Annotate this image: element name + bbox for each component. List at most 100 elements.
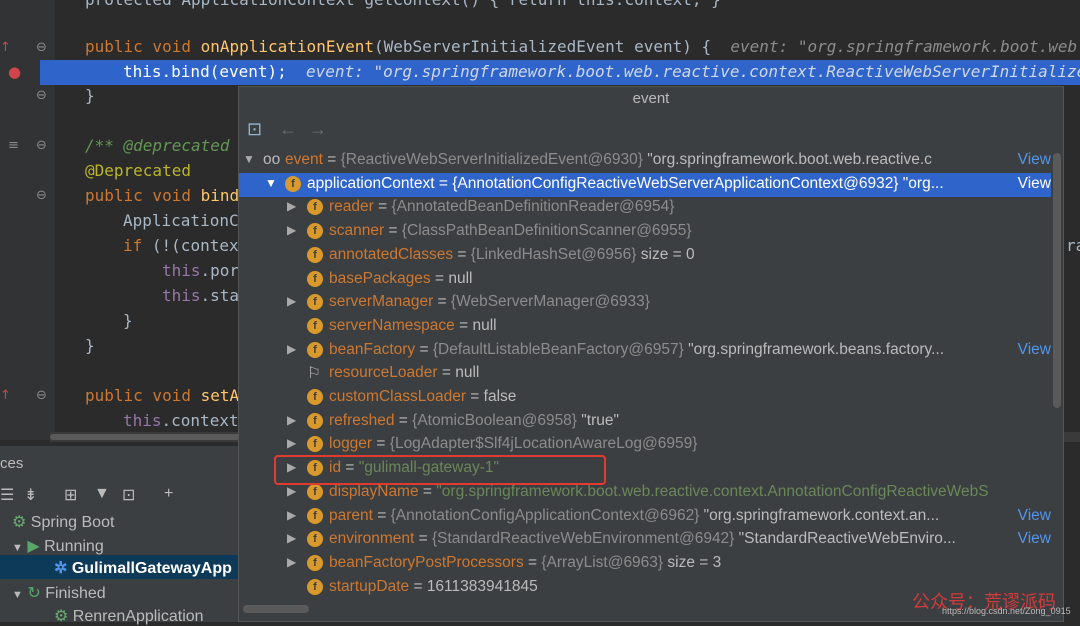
variable-row-resourceloader[interactable]: ⚐ resourceLoader = null	[239, 362, 1051, 386]
variable-name: displayName	[329, 482, 419, 500]
variable-row-parent[interactable]: ▶ f parent = {AnnotationConfigApplicationC…	[239, 505, 1051, 529]
equals-sign: =	[434, 174, 453, 192]
expand-arrow-right-icon[interactable]: ▶	[287, 531, 296, 545]
expand-arrow-right-icon[interactable]: ▶	[287, 199, 296, 213]
expand-arrow-right-icon[interactable]: ▶	[287, 555, 296, 569]
service-group-running[interactable]: ▼ ▶ Running	[12, 536, 104, 556]
service-item-renren[interactable]: ⚙ RenrenApplication	[54, 606, 204, 626]
variable-name: serverNamespace	[329, 316, 455, 334]
variable-type: {AnnotationConfigReactiveWebServerApplic…	[452, 174, 903, 192]
view-link[interactable]: View	[1018, 507, 1051, 525]
forward-arrow-icon[interactable]: →	[309, 119, 327, 140]
run-icon: ▶	[27, 538, 40, 555]
equals-sign: =	[437, 364, 456, 382]
variable-type: {LogAdapter$Slf4jLocationAwareLog@6959}	[389, 435, 698, 453]
variable-value: "org.springframework.boot.web.reactive.c…	[436, 482, 989, 500]
variable-type: {DefaultListableBeanFactory@6957}	[432, 340, 689, 358]
watch-glasses-icon: oo	[263, 151, 281, 168]
field-icon: f	[285, 175, 301, 192]
scrollbar-thumb[interactable]	[50, 434, 240, 440]
service-group-finished[interactable]: ▼ ↻ Finished	[12, 583, 106, 603]
variable-text: applicationContext = {AnnotationConfigRe…	[307, 175, 944, 193]
expand-arrow-right-icon[interactable]: ▶	[287, 413, 296, 427]
field-icon: f	[307, 578, 323, 595]
add-to-watches-icon[interactable]: ⊡	[247, 119, 262, 140]
field-icon: f	[307, 246, 323, 263]
variable-value: null	[472, 316, 497, 334]
expand-arrow-down-icon[interactable]: ▼	[265, 176, 277, 190]
field-icon: f	[307, 317, 323, 334]
expand-arrow-right-icon[interactable]: ▶	[287, 436, 296, 450]
group-by-icon[interactable]: ⊞	[64, 485, 77, 505]
variable-row-applicationcontext[interactable]: ▼ f applicationContext = {AnnotationConfig…	[239, 172, 1051, 197]
code-line: public void onApplicationEvent(WebServer…	[85, 37, 1080, 56]
code-line: this.por	[162, 261, 240, 280]
expand-arrow-right-icon[interactable]: ▶	[287, 508, 296, 522]
variable-text: basePackages = null	[329, 270, 473, 288]
service-group-spring-boot[interactable]: ⚙ Spring Boot	[12, 512, 114, 532]
spring-boot-icon: ⚙	[12, 514, 27, 531]
expand-all-icon[interactable]: ☰	[0, 485, 14, 505]
variable-name: environment	[329, 530, 415, 548]
variable-row-logger[interactable]: ▶ f logger = {LogAdapter$Slf4jLocationAwar…	[239, 433, 1051, 457]
equals-sign: =	[322, 151, 341, 168]
variable-type: {AtomicBoolean@6958}	[412, 411, 582, 429]
override-marker-icon[interactable]: ↑	[0, 388, 11, 403]
filter-icon[interactable]: ▼	[94, 485, 110, 503]
expand-arrow-right-icon[interactable]: ▶	[287, 484, 296, 498]
fold-icon[interactable]: ⊖	[36, 40, 47, 55]
add-service-icon[interactable]: +	[164, 485, 173, 503]
variable-type: {AnnotationConfigApplicationContext@6962…	[390, 506, 704, 524]
variable-name: beanFactory	[329, 340, 416, 358]
override-marker-icon[interactable]: ↑	[0, 40, 11, 55]
popup-horizontal-scrollbar[interactable]	[243, 605, 309, 613]
back-arrow-icon[interactable]: ←	[279, 119, 297, 140]
variable-value: "org.springframework.beans.factory...	[688, 340, 945, 358]
view-link[interactable]: View	[1018, 530, 1051, 548]
rerun-icon: ↻	[27, 585, 41, 602]
variable-row-refreshed[interactable]: ▶ f refreshed = {AtomicBoolean@6958} "true…	[239, 410, 1051, 434]
expand-arrow-down-icon[interactable]: ▼	[243, 152, 255, 166]
variable-row-annotatedclasses[interactable]: f annotatedClasses = {LinkedHashSet@6956}…	[239, 244, 1051, 268]
expand-arrow-right-icon[interactable]: ▶	[287, 294, 296, 308]
watermark-url: https://blog.csdn.net/Zong_0915	[942, 606, 1071, 616]
code-line: this.context	[123, 411, 239, 430]
view-link[interactable]: View	[1018, 341, 1051, 359]
javadoc-icon[interactable]: ≡	[8, 138, 19, 153]
variable-row-reader[interactable]: ▶ f reader = {AnnotatedBeanDefinitionReade…	[239, 196, 1051, 220]
variable-name: reader	[329, 198, 374, 216]
fold-icon[interactable]: ⊖	[36, 88, 47, 103]
code-line: this.bind(event); event: "org.springfram…	[123, 62, 1080, 81]
view-link[interactable]: View	[1018, 175, 1051, 193]
fold-icon[interactable]: ⊖	[36, 388, 47, 403]
popup-toolbar: ⊡ ← →	[239, 113, 1063, 147]
new-tab-icon[interactable]: ⊡	[122, 485, 135, 505]
equals-sign: =	[454, 316, 473, 334]
variable-row-basepackages[interactable]: f basePackages = null	[239, 268, 1051, 292]
variable-row-beanfactory[interactable]: ▶ f beanFactory = {DefaultListableBeanFact…	[239, 339, 1051, 363]
variable-row-scanner[interactable]: ▶ f scanner = {ClassPathBeanDefinitionScan…	[239, 220, 1051, 244]
service-item-gateway[interactable]: ✲ GulimallGatewayApp	[54, 558, 232, 578]
breakpoint-icon[interactable]: ●	[8, 63, 21, 81]
variable-value: 1611383941845	[426, 577, 538, 595]
expand-arrow-right-icon[interactable]: ▶	[287, 223, 296, 237]
variable-name: startupDate	[329, 577, 410, 595]
field-icon: f	[307, 483, 323, 500]
variable-row-customclassloader[interactable]: f customClassLoader = false	[239, 386, 1051, 410]
fold-icon[interactable]: ⊖	[36, 138, 47, 153]
variable-row-environment[interactable]: ▶ f environment = {StandardReactiveWebEnvi…	[239, 528, 1051, 552]
variable-row-servernamespace[interactable]: f serverNamespace = null	[239, 315, 1051, 339]
chevron-down-icon: ▼	[12, 542, 23, 554]
variable-row-event[interactable]: ▼ oo event = {ReactiveWebServerInitialized…	[239, 149, 1051, 173]
variable-row-servermanager[interactable]: ▶ f serverManager = {WebServerManager@6933…	[239, 291, 1051, 315]
variable-row-beanfactorypostprocessors[interactable]: ▶ f beanFactoryPostProcessors = {ArrayList…	[239, 552, 1051, 576]
fold-icon[interactable]: ⊖	[36, 188, 47, 203]
variable-text: logger = {LogAdapter$Slf4jLocationAwareL…	[329, 435, 697, 453]
services-toolbar: ☰ ⇟ ⊞ ▼ ⊡ +	[0, 483, 240, 509]
variable-text: annotatedClasses = {LinkedHashSet@6956} …	[329, 246, 695, 264]
popup-vertical-scrollbar[interactable]	[1053, 153, 1061, 408]
collapse-all-icon[interactable]: ⇟	[24, 485, 37, 505]
view-link[interactable]: View	[1018, 151, 1051, 169]
equals-sign: =	[453, 245, 471, 263]
expand-arrow-right-icon[interactable]: ▶	[287, 342, 296, 356]
